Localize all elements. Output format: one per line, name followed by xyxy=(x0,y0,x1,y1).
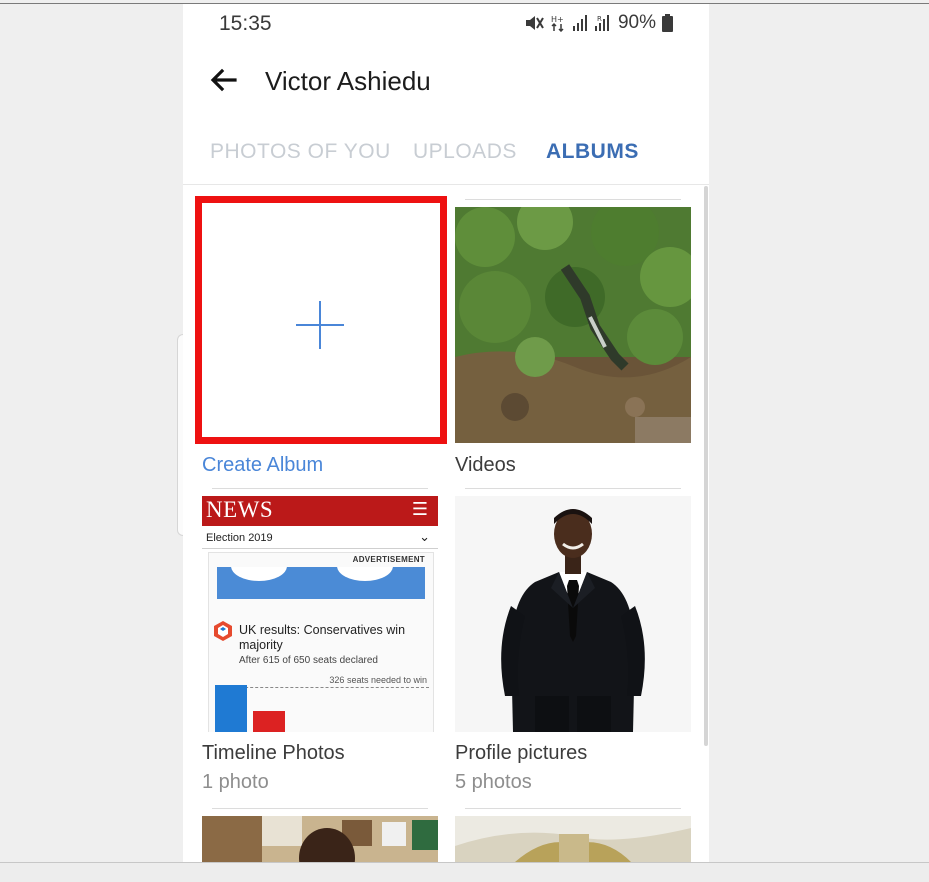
seats-note: 326 seats needed to win xyxy=(329,675,427,685)
svg-text:H+: H+ xyxy=(551,15,564,24)
plus-icon xyxy=(296,301,344,349)
videos-thumb[interactable] xyxy=(455,207,691,443)
timeline-photos-count: 1 photo xyxy=(202,771,269,793)
partial-photo-image xyxy=(202,816,438,862)
tab-albums[interactable]: ALBUMS xyxy=(546,140,639,164)
hamburger-icon: ☰ xyxy=(411,499,428,519)
page-title: Victor Ashiedu xyxy=(265,66,431,96)
album-card-partial-2[interactable] xyxy=(455,808,691,862)
status-icons: H+ R 90% xyxy=(524,12,673,34)
data-arrows-icon: H+ xyxy=(551,15,564,32)
signal-roaming-icon: R xyxy=(594,15,609,31)
tab-bar: PHOTOS OF YOU UPLOADS ALBUMS xyxy=(183,132,709,176)
album-card-videos[interactable]: Videos xyxy=(455,199,691,497)
partial-thumb-1[interactable] xyxy=(202,816,438,862)
cloud-shape xyxy=(231,567,287,581)
divider xyxy=(212,488,428,489)
results-bar-blue xyxy=(215,685,247,732)
arrow-left-icon[interactable] xyxy=(207,64,239,96)
partial-thumb-2[interactable] xyxy=(455,816,691,862)
results-bar-red xyxy=(253,711,285,732)
news-ad-card: ADVERTISEMENT UK results: Conservatives … xyxy=(208,552,434,732)
videos-label[interactable]: Videos xyxy=(455,454,516,477)
news-headline: UK results: Conservatives win majority xyxy=(239,623,406,652)
divider xyxy=(465,488,681,489)
news-divider xyxy=(202,548,438,549)
timeline-photos-thumb[interactable]: NEWS ☰ Election 2019 ⌄ ADVERTISEMENT UK … xyxy=(202,496,438,732)
divider xyxy=(465,808,681,809)
timeline-photos-label[interactable]: Timeline Photos xyxy=(202,742,345,765)
profile-pictures-label[interactable]: Profile pictures xyxy=(455,742,587,765)
tab-uploads[interactable]: UPLOADS xyxy=(413,140,517,164)
ad-banner xyxy=(217,567,425,599)
majority-line xyxy=(215,687,429,688)
album-card-partial-1[interactable] xyxy=(202,808,438,862)
window-bottom-bar xyxy=(0,862,929,882)
app-header: Victor Ashiedu xyxy=(183,56,709,106)
advertisement-label: ADVERTISEMENT xyxy=(352,555,425,564)
profile-person-image xyxy=(455,496,691,732)
news-header-bar: NEWS ☰ xyxy=(202,496,438,526)
election-dropdown: Election 2019 xyxy=(206,532,273,544)
status-time: 15:35 xyxy=(219,12,272,35)
create-album-label[interactable]: Create Album xyxy=(202,454,323,477)
battery-icon xyxy=(662,14,673,32)
partial-photo-image xyxy=(455,816,691,862)
news-subline: After 615 of 650 seats declared xyxy=(239,655,378,666)
divider xyxy=(212,808,428,809)
profile-pictures-count: 5 photos xyxy=(455,771,532,793)
divider xyxy=(212,199,428,200)
album-card-timeline-photos[interactable]: NEWS ☰ Election 2019 ⌄ ADVERTISEMENT UK … xyxy=(202,488,438,806)
create-album-thumb[interactable] xyxy=(202,207,438,443)
status-bar: 15:35 H+ R 90% xyxy=(183,4,709,44)
mute-icon xyxy=(525,16,544,30)
svg-text:R: R xyxy=(597,15,602,23)
chevron-down-icon: ⌄ xyxy=(419,529,430,544)
album-card-profile-pictures[interactable]: Profile pictures 5 photos xyxy=(455,488,691,806)
scrollbar[interactable] xyxy=(704,186,708,746)
news-logo-text: NEWS xyxy=(206,497,274,522)
battery-percent: 90% xyxy=(617,12,656,33)
election-logo-icon xyxy=(214,621,232,641)
divider xyxy=(465,199,681,200)
phone-screen: 15:35 H+ R 90% Victor Ashiedu PHOTOS OF … xyxy=(183,4,709,862)
profile-pictures-thumb[interactable] xyxy=(455,496,691,732)
album-card-create[interactable]: Create Album xyxy=(202,199,438,497)
tabs-divider xyxy=(183,184,709,185)
cloud-shape xyxy=(337,567,393,581)
videos-thumbnail-image xyxy=(455,207,691,443)
signal-icon xyxy=(572,15,587,31)
tab-photos-of-you[interactable]: PHOTOS OF YOU xyxy=(210,140,391,164)
